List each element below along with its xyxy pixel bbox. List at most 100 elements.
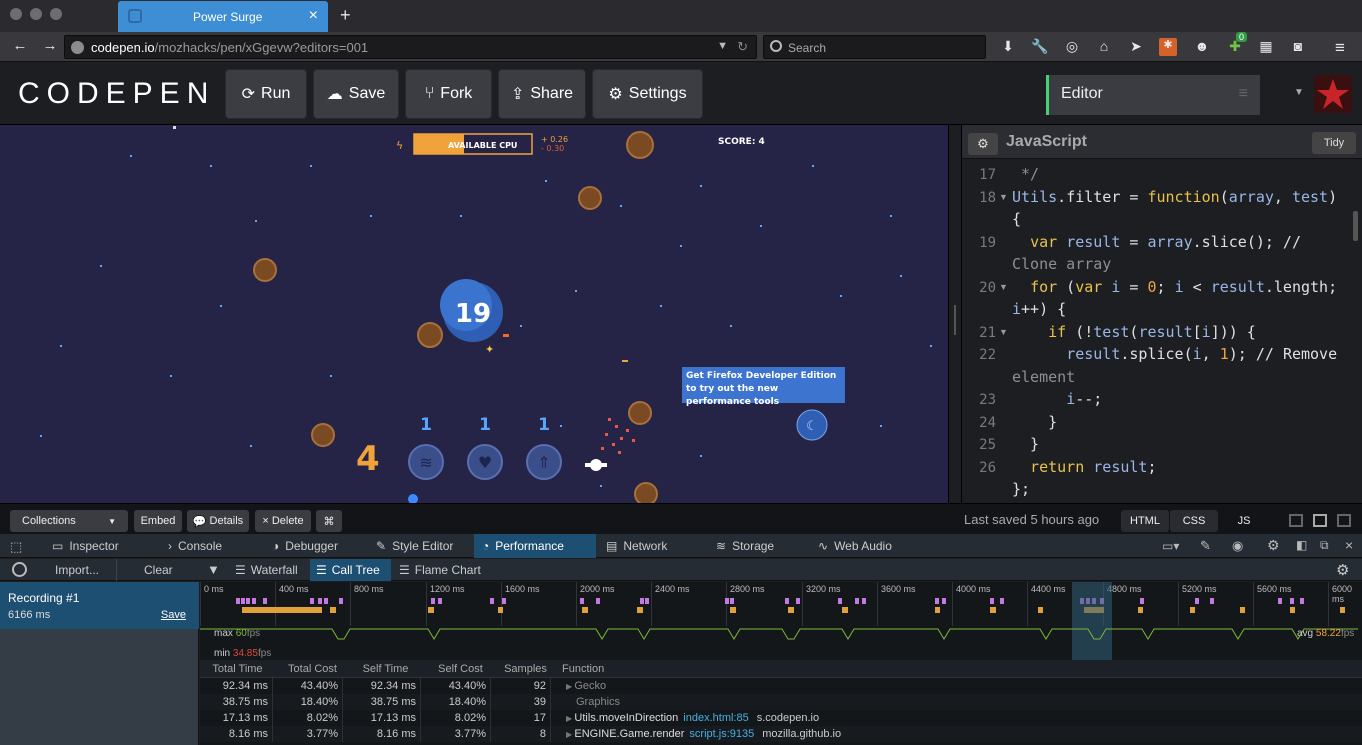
- tab-style-editor[interactable]: ✎ Style Editor: [368, 534, 468, 558]
- col-samples[interactable]: Samples: [498, 660, 553, 678]
- table-row[interactable]: 8.16 ms 3.77% 8.16 ms 3.77% 8 ▶ ENGINE.Game.r…: [200, 726, 1362, 742]
- addon-badge: 0: [1236, 32, 1248, 42]
- minimize-window-button[interactable]: [30, 8, 42, 20]
- tab-network[interactable]: ▤ Network: [598, 534, 706, 558]
- developer-globe-icon[interactable]: ◎: [1063, 38, 1081, 56]
- close-tab-icon[interactable]: ×: [309, 7, 318, 25]
- promo-tooltip-text[interactable]: Get Firefox Developer Edition to try out…: [686, 370, 844, 409]
- close-window-button[interactable]: [10, 8, 22, 20]
- close-icon[interactable]: ×: [1345, 537, 1353, 553]
- share-icon: ⇪: [510, 86, 525, 103]
- pick-element-icon[interactable]: ⬚: [10, 539, 22, 555]
- js-view-button[interactable]: JS: [1219, 510, 1269, 532]
- run-button[interactable]: ⟳ Run: [225, 69, 307, 119]
- col-total-cost[interactable]: Total Cost: [280, 660, 345, 678]
- save-button[interactable]: ☁ Save: [313, 69, 399, 119]
- gear-icon[interactable]: ⚙: [1336, 561, 1349, 579]
- dropdown-arrow-icon[interactable]: ▼: [717, 40, 728, 52]
- cell-function: ▶ Gecko: [566, 678, 1266, 694]
- table-row[interactable]: 38.75 ms 18.40% 38.75 ms 18.40% 39 Graphics: [200, 694, 1362, 710]
- forward-button[interactable]: →: [40, 37, 60, 54]
- collections-dropdown[interactable]: Collections ▼: [10, 510, 128, 532]
- settings-button[interactable]: ⚙ Settings: [592, 69, 703, 119]
- user-menu-arrow-icon[interactable]: ▼: [1294, 87, 1304, 98]
- waterfall-icon: ☰: [235, 563, 246, 577]
- fold-arrow-icon[interactable]: ▼: [999, 327, 1008, 337]
- search-bar[interactable]: Search: [763, 35, 986, 59]
- tab-performance[interactable]: ◔ Performance: [474, 534, 596, 558]
- delete-button[interactable]: × Delete: [255, 510, 311, 532]
- undock-icon[interactable]: ⧉: [1320, 538, 1329, 553]
- clear-button[interactable]: Clear: [144, 563, 173, 577]
- dock-side-icon[interactable]: ◧: [1296, 538, 1307, 552]
- code-line: i++) {: [962, 300, 1348, 322]
- editor-view-switcher[interactable]: Editor ≡: [1046, 75, 1260, 115]
- source-link[interactable]: index.html:85: [683, 712, 748, 724]
- layout-right-icon[interactable]: [1337, 514, 1351, 527]
- recording-item[interactable]: Recording #1 6166 ms Save: [0, 582, 199, 629]
- col-self-time[interactable]: Self Time: [348, 660, 423, 678]
- function-name: Gecko: [574, 680, 607, 692]
- tab-web-audio[interactable]: ∿ Web Audio: [810, 534, 910, 558]
- tab-console[interactable]: › Console: [160, 534, 260, 558]
- codepen-logo[interactable]: CODEPEN: [18, 77, 215, 111]
- layout-top-icon[interactable]: [1313, 514, 1327, 527]
- pocket-icon[interactable]: ◙: [1289, 38, 1307, 56]
- keyboard-shortcuts-button[interactable]: ⌘: [316, 510, 342, 532]
- view-waterfall[interactable]: ☰ Waterfall: [229, 559, 308, 581]
- import-button[interactable]: Import...: [55, 563, 99, 577]
- chat-icon[interactable]: ☻: [1193, 38, 1211, 56]
- home-icon[interactable]: ⌂: [1095, 38, 1113, 56]
- reload-icon[interactable]: ↻: [737, 39, 748, 55]
- download-icon[interactable]: ⬇: [999, 38, 1017, 56]
- pane-resize-handle[interactable]: [948, 125, 962, 503]
- source-link[interactable]: script.js:9135: [689, 728, 754, 740]
- responsive-icon[interactable]: ▭▾: [1162, 539, 1179, 553]
- tab-storage[interactable]: ≋ Storage: [708, 534, 806, 558]
- embed-button[interactable]: Embed: [134, 510, 182, 532]
- fold-arrow-icon[interactable]: ▼: [999, 282, 1008, 292]
- zoom-window-button[interactable]: [50, 8, 62, 20]
- js-settings-button[interactable]: ⚙: [968, 133, 998, 155]
- grid-icon[interactable]: ▦: [1257, 38, 1275, 56]
- fork-button[interactable]: ⑂ Fork: [405, 69, 492, 119]
- send-icon[interactable]: ➤: [1127, 38, 1145, 56]
- html-view-button[interactable]: HTML: [1121, 510, 1169, 532]
- col-self-cost[interactable]: Self Cost: [428, 660, 493, 678]
- back-button[interactable]: ←: [10, 37, 30, 54]
- firebug-icon[interactable]: ✱: [1159, 38, 1177, 56]
- table-row[interactable]: 17.13 ms 8.02% 17.13 ms 8.02% 17 ▶ Utils.move…: [200, 710, 1362, 726]
- recording-save-link[interactable]: Save: [161, 609, 186, 621]
- cpu-minus: - 0.30: [541, 144, 564, 153]
- gear-icon[interactable]: ⚙: [1267, 537, 1280, 554]
- filter-icon[interactable]: ▼: [207, 562, 220, 577]
- details-button[interactable]: 💬 Details: [187, 510, 249, 532]
- screenshot-icon[interactable]: ◉: [1232, 538, 1243, 554]
- editor-scrollbar[interactable]: [1353, 211, 1358, 241]
- table-row[interactable]: 92.34 ms 43.40% 92.34 ms 43.40% 92 ▶ Gecko: [200, 678, 1362, 694]
- code-area[interactable]: 17 */18 ▼ Utils.filter = function(array, t…: [962, 159, 1348, 503]
- code-text: if (!test(result[i])) {: [1048, 322, 1256, 341]
- eyedropper-icon[interactable]: ✎: [1200, 538, 1211, 554]
- css-view-button[interactable]: CSS: [1170, 510, 1218, 532]
- tidy-button[interactable]: Tidy: [1312, 132, 1356, 154]
- col-function[interactable]: Function: [562, 660, 862, 678]
- url-bar[interactable]: codepen.io/mozhacks/pen/xGgevw?editors=0…: [64, 35, 757, 59]
- view-flame-chart[interactable]: ☰ Flame Chart: [393, 559, 488, 581]
- tab-debugger[interactable]: ◑ Debugger: [264, 534, 364, 558]
- fold-arrow-icon[interactable]: ▼: [999, 192, 1008, 202]
- tab-inspector[interactable]: ▭ Inspector: [44, 534, 144, 558]
- performance-toolbar: Import... Clear ▼ ☰ Waterfall ☰ Call Tree …: [0, 559, 1362, 581]
- timeline-overview[interactable]: 0 ms 400 ms 800 ms 1200 ms 1600 ms 2000 ms 240…: [200, 582, 1362, 660]
- layout-left-icon[interactable]: [1289, 514, 1303, 527]
- browser-tab-active[interactable]: Power Surge ×: [118, 1, 328, 32]
- avatar[interactable]: [1314, 75, 1352, 113]
- share-button[interactable]: ⇪ Share: [498, 69, 586, 119]
- menu-icon[interactable]: ≡: [1331, 38, 1349, 57]
- record-button[interactable]: [12, 562, 27, 577]
- view-call-tree[interactable]: ☰ Call Tree: [310, 559, 391, 581]
- col-total-time[interactable]: Total Time: [200, 660, 275, 678]
- wrench-icon[interactable]: 🔧: [1031, 38, 1049, 56]
- new-tab-button[interactable]: +: [340, 5, 351, 26]
- game-canvas[interactable]: ϟ AVAILABLE CPU + 0.26 - 0.30 SCORE: 4 1…: [0, 125, 948, 503]
